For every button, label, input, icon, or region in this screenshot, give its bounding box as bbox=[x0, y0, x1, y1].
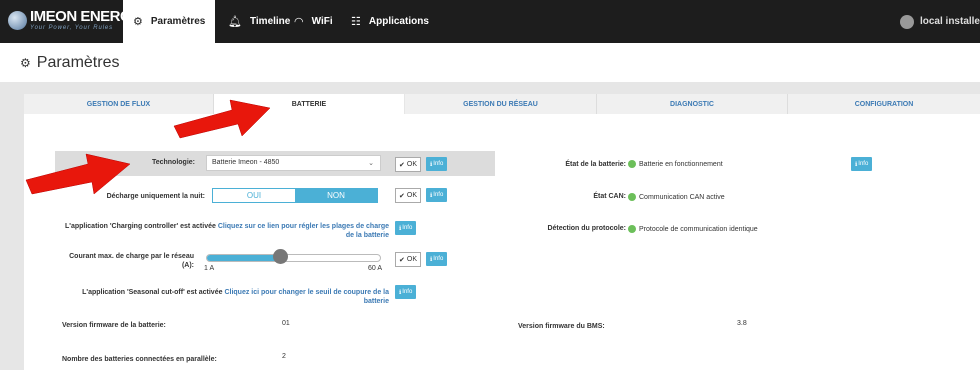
courant-slider-track[interactable] bbox=[206, 254, 381, 262]
courant-max-label: Courant max. de charge par le réseau (A)… bbox=[69, 253, 194, 269]
info-icon: ℹ bbox=[399, 289, 402, 296]
status-ok-icon bbox=[628, 193, 636, 201]
tab-gestion-du-reseau[interactable]: GESTION DU RÉSEAU bbox=[405, 94, 597, 114]
courant-info-button[interactable]: ℹ Info bbox=[426, 252, 448, 266]
status-ok-icon bbox=[628, 160, 636, 168]
wifi-icon: ◠ bbox=[294, 16, 304, 28]
info-label: Info bbox=[433, 192, 444, 198]
decharge-ok-button[interactable]: ✔ OK bbox=[395, 188, 421, 203]
logo-icon bbox=[8, 11, 27, 30]
nav-item-parametres[interactable]: ⚙ Paramètres bbox=[123, 0, 215, 43]
nb-batteries-label: Nombre des batteries connectées en paral… bbox=[62, 356, 217, 363]
sliders-icon: ⚙ bbox=[133, 16, 143, 28]
check-icon: ✔ bbox=[399, 161, 405, 169]
check-icon: ✔ bbox=[399, 192, 405, 200]
page-title: Paramètres bbox=[36, 53, 120, 71]
chevron-down-icon: ⌄ bbox=[368, 160, 374, 167]
nb-batteries-value: 2 bbox=[282, 353, 286, 360]
decharge-oui-option[interactable]: OUI bbox=[213, 189, 295, 202]
sliders-icon: ⚙ bbox=[20, 55, 31, 70]
technologie-info-button[interactable]: ℹ Info bbox=[426, 157, 448, 171]
ok-label: OK bbox=[406, 256, 417, 263]
charging-controller-label: L'application 'Charging controller' est … bbox=[64, 222, 389, 240]
etat-can-label: État CAN: bbox=[593, 193, 626, 200]
firmware-batterie-value: 01 bbox=[282, 320, 290, 327]
info-icon: ℹ bbox=[399, 225, 402, 232]
avatar bbox=[899, 14, 914, 29]
tab-bar: GESTION DE FLUX BATTERIE GESTION DU RÉSE… bbox=[24, 94, 980, 114]
tab-configuration[interactable]: CONFIGURATION bbox=[788, 94, 980, 114]
info-icon: ℹ bbox=[430, 192, 433, 199]
nav-item-wifi[interactable]: ◠ WiFi bbox=[284, 0, 343, 43]
charging-controller-text: L'application 'Charging controller' est … bbox=[65, 223, 216, 230]
courant-ok-button[interactable]: ✔ OK bbox=[395, 252, 421, 267]
technologie-value: Batterie Imeon - 4850 bbox=[212, 159, 280, 166]
ok-label: OK bbox=[406, 192, 417, 199]
red-arrow-technologie-icon bbox=[25, 153, 131, 195]
seasonal-cutoff-label: L'application 'Seasonal cut-off' est act… bbox=[64, 288, 389, 306]
protocole-label: Détection du protocole: bbox=[547, 225, 626, 232]
charging-info-button[interactable]: ℹ Info bbox=[395, 221, 417, 235]
seasonal-cutoff-link[interactable]: Cliquez ici pour changer le seuil de cou… bbox=[224, 289, 389, 305]
info-label: Info bbox=[402, 289, 413, 295]
bms-firmware-value: 3.8 bbox=[737, 320, 747, 327]
info-label: Info bbox=[402, 225, 413, 231]
decharge-toggle[interactable]: OUI NON bbox=[212, 188, 378, 203]
bms-firmware-label: Version firmware du BMS: bbox=[518, 323, 605, 330]
imeon-logo[interactable]: IMEON ENERGY Your Power, Your Rules bbox=[8, 8, 141, 36]
red-arrow-tab-icon bbox=[173, 99, 271, 139]
etat-batterie-value: Batterie en fonctionnement bbox=[639, 161, 723, 168]
firmware-batterie-label: Version firmware de la batterie: bbox=[62, 322, 166, 329]
seasonal-cutoff-text: L'application 'Seasonal cut-off' est act… bbox=[82, 289, 223, 296]
courant-max-value-label: 60 A bbox=[368, 265, 383, 272]
etat-batterie-label: État de la batterie: bbox=[565, 161, 626, 168]
info-label: Info bbox=[433, 256, 444, 262]
nav-item-label: Paramètres bbox=[150, 16, 206, 27]
technologie-ok-button[interactable]: ✔ OK bbox=[395, 157, 421, 172]
bell-icon: 🔔︎ bbox=[228, 16, 242, 28]
status-ok-icon bbox=[628, 225, 636, 233]
info-label: Info bbox=[433, 161, 444, 167]
decharge-non-option[interactable]: NON bbox=[295, 189, 377, 202]
nav-item-label: Applications bbox=[368, 16, 429, 27]
courant-slider-fill bbox=[207, 255, 281, 261]
ok-label: OK bbox=[406, 161, 417, 168]
top-navbar: IMEON ENERGY Your Power, Your Rules ⚙ Pa… bbox=[0, 0, 980, 43]
nav-item-applications[interactable]: ☷ Applications bbox=[341, 0, 439, 43]
apps-icon: ☷ bbox=[351, 16, 361, 28]
page-header: ⚙ Paramètres bbox=[0, 43, 980, 82]
courant-slider-handle[interactable] bbox=[272, 249, 288, 264]
info-icon: ℹ bbox=[430, 256, 433, 263]
courant-min-label: 1 A bbox=[204, 265, 215, 272]
decharge-info-button[interactable]: ℹ Info bbox=[426, 188, 448, 202]
info-icon: ℹ bbox=[430, 161, 433, 168]
protocole-value: Protocole de communication identique bbox=[639, 226, 758, 233]
check-icon: ✔ bbox=[399, 256, 405, 264]
info-label: Info bbox=[858, 161, 869, 167]
etat-can-value: Communication CAN active bbox=[639, 194, 725, 201]
user-menu[interactable]: local installe bbox=[899, 0, 980, 43]
tab-diagnostic[interactable]: DIAGNOSTIC bbox=[597, 94, 788, 114]
user-name: local installe bbox=[919, 16, 980, 27]
technologie-select[interactable]: Batterie Imeon - 4850 ⌄ bbox=[206, 155, 381, 171]
charging-controller-link[interactable]: Cliquez sur ce lien pour régler les plag… bbox=[218, 223, 389, 239]
nav-item-label: WiFi bbox=[311, 16, 333, 27]
info-icon: ℹ bbox=[855, 161, 858, 168]
etat-batterie-info-button[interactable]: ℹ Info bbox=[851, 157, 873, 171]
seasonal-info-button[interactable]: ℹ Info bbox=[395, 285, 417, 299]
